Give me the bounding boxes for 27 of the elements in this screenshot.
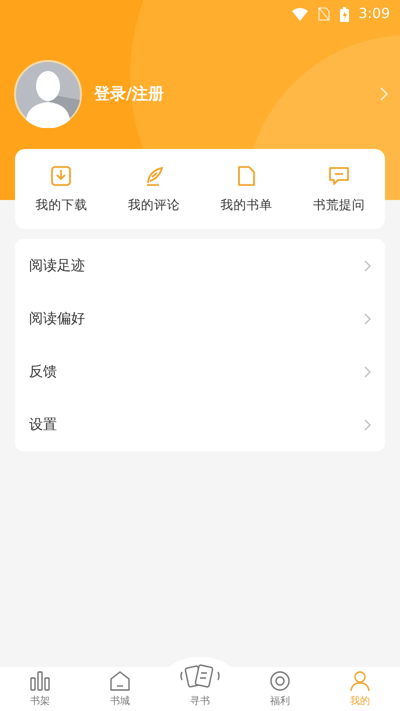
document-icon[interactable]: [235, 164, 258, 186]
shortcut-label[interactable]: 我的评论: [128, 196, 180, 214]
shortcut-label[interactable]: 书荒提问: [312, 196, 365, 214]
chevron-right-icon: [364, 366, 371, 378]
person-icon: [349, 670, 371, 692]
coin-icon: [269, 670, 291, 692]
chevron-right-icon: [364, 312, 371, 324]
chevron-right-icon: [364, 418, 371, 430]
shortcut-label[interactable]: 我的下载: [35, 196, 88, 214]
chevron-right-icon[interactable]: [380, 87, 388, 101]
shortcut-label[interactable]: 我的书单: [220, 196, 272, 214]
house-icon: [109, 670, 131, 692]
menu-item[interactable]: 设置: [15, 398, 385, 451]
chat-icon[interactable]: [328, 164, 350, 186]
nav-tab[interactable]: 福利: [240, 667, 320, 711]
bars-icon: [29, 670, 51, 692]
nav-tab[interactable]: 书架: [0, 667, 80, 711]
chevron-right-icon: [364, 260, 371, 272]
status-time: 3:09: [358, 6, 390, 22]
nav-tab[interactable]: 书城: [80, 667, 160, 711]
avatar-icon: [14, 60, 82, 128]
download-icon[interactable]: [50, 164, 72, 186]
menu-item[interactable]: 反馈: [15, 345, 385, 398]
no-sim-icon: [318, 7, 330, 21]
wifi-icon: [292, 8, 308, 20]
menu-item[interactable]: 阅读偏好: [15, 292, 385, 345]
menu-item[interactable]: 阅读足迹: [15, 239, 385, 292]
